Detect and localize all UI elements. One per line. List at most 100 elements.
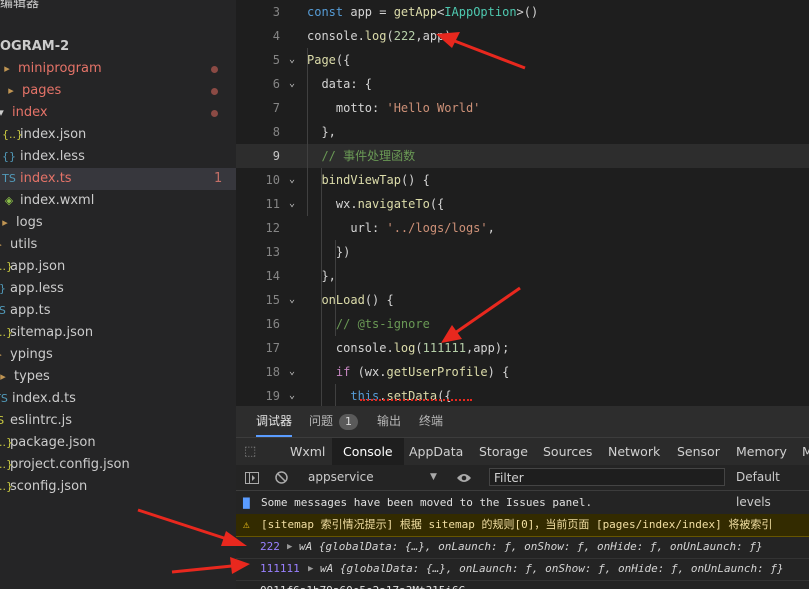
sidebar-item-eslintrc-js[interactable]: JS eslintrc.js xyxy=(0,410,236,432)
sidebar-item-utils[interactable]: ▸ utils xyxy=(0,234,236,256)
console-message[interactable]: ▇ Some messages have been moved to the Is… xyxy=(236,492,809,515)
tab-issues[interactable]: 问题 1 xyxy=(309,406,359,437)
clear-console-icon[interactable] xyxy=(275,465,288,490)
console-message[interactable]: 222 ▶ wA {globalData: {…}, onLaunch: ƒ, on… xyxy=(236,536,809,559)
sidebar-item-app-json[interactable]: {..}app.json xyxy=(0,256,236,278)
message-text: [sitemap 索引情况提示] 根据 sitemap 的规则[0]，当前页面 … xyxy=(261,518,773,531)
tab-debugger-label: 调试器 xyxy=(256,414,293,428)
tab-console[interactable]: Console xyxy=(332,438,404,465)
sidebar-item-app-less[interactable]: {} app.less xyxy=(0,278,236,300)
code-line[interactable]: 7 motto: 'Hello World' xyxy=(236,96,809,120)
code-line[interactable]: 8 }, xyxy=(236,120,809,144)
sidebar-item-label: package.json xyxy=(10,435,96,450)
log-levels-dropdown[interactable]: Default levels xyxy=(736,465,809,509)
tab-more[interactable]: M xyxy=(802,438,809,465)
sidebar-toggle-icon[interactable] xyxy=(245,465,259,490)
chevron-down-icon: ▾ xyxy=(0,106,4,119)
fold-chevron-icon[interactable]: ⌄ xyxy=(289,192,295,216)
code-line[interactable]: 5 ⌄ Page({ xyxy=(236,48,809,72)
sidebar-item-label: index xyxy=(12,105,48,120)
code-line[interactable]: 9 // 事件处理函数 xyxy=(236,144,809,168)
sidebar-item-app-ts[interactable]: TS app.ts xyxy=(0,300,236,322)
fold-chevron-icon[interactable]: ⌄ xyxy=(289,288,295,312)
context-select-value: appservice xyxy=(308,470,374,484)
code-text: const app = getApp<IAppOption>() xyxy=(307,5,539,19)
code-text: console.log(111111,app); xyxy=(307,341,510,355)
error-squiggle xyxy=(360,396,472,401)
sidebar-item-index[interactable]: ▾ index xyxy=(0,102,236,124)
code-text: }) xyxy=(307,245,351,259)
line-number: 16 xyxy=(265,317,280,331)
indent-guide xyxy=(307,48,308,216)
console-message[interactable]: ⚠ [sitemap 索引情况提示] 根据 sitemap 的规则[0]，当前页面… xyxy=(236,514,809,537)
line-number: 19 xyxy=(265,389,280,403)
code-line[interactable]: 3 const app = getApp<IAppOption>() xyxy=(236,0,809,24)
expand-triangle-icon[interactable]: ▶ xyxy=(308,558,313,580)
ts-icon: TS xyxy=(0,304,6,317)
expand-triangle-icon[interactable]: ▶ xyxy=(287,536,292,558)
sidebar-item-pages[interactable]: ▸ pages xyxy=(0,80,236,102)
sidebar-item-index-less[interactable]: {} index.less xyxy=(0,146,236,168)
log-object: wA {globalData: {…}, onLaunch: ƒ, onShow… xyxy=(320,562,784,575)
fold-chevron-icon[interactable]: ⌄ xyxy=(289,360,295,384)
sidebar-item-project-config-json[interactable]: {..}project.config.json xyxy=(0,454,236,476)
sidebar-item-label: app.json xyxy=(10,259,66,274)
tab-output[interactable]: 输出 xyxy=(377,406,401,437)
code-line[interactable]: 6 ⌄ data: { xyxy=(236,72,809,96)
sidebar-item-types[interactable]: ▸ types xyxy=(0,366,236,388)
sidebar-item-index-json[interactable]: {..}index.json xyxy=(0,124,236,146)
sidebar-item-index-ts[interactable]: TS index.ts 1 xyxy=(0,168,236,190)
sidebar-item-label: logs xyxy=(16,215,43,230)
fold-chevron-icon[interactable]: ⌄ xyxy=(289,384,295,406)
folder-icon: ▸ xyxy=(0,234,6,256)
console-message[interactable]: 0911f6a1b79a60e5e2a17a3Mt315i6G xyxy=(236,580,809,589)
wxml-icon: ◈ xyxy=(4,194,14,207)
ts-icon: TS xyxy=(0,392,8,405)
tab-sources[interactable]: Sources xyxy=(543,438,592,465)
sidebar-item-package-json[interactable]: {..}package.json xyxy=(0,432,236,454)
sidebar-item-label: sconfig.json xyxy=(10,479,88,494)
sidebar-item-label: index.d.ts xyxy=(12,391,76,406)
line-number: 7 xyxy=(272,101,280,115)
sidebar-item-label: index.wxml xyxy=(20,193,95,208)
line-number: 6 xyxy=(272,77,280,91)
code-text: console.log(222,app) xyxy=(307,29,452,43)
tab-storage[interactable]: Storage xyxy=(479,438,528,465)
tab-memory[interactable]: Memory xyxy=(736,438,787,465)
message-text: Some messages have been moved to the Iss… xyxy=(261,496,593,509)
console-message[interactable]: 111111 ▶ wA {globalData: {…}, onLaunch: ƒ,… xyxy=(236,558,809,581)
sidebar-item-miniprogram[interactable]: ▸ miniprogram xyxy=(0,58,236,80)
console-filter-input[interactable]: Filter xyxy=(489,468,725,486)
inspect-element-icon[interactable]: ⬚ xyxy=(244,438,256,465)
sidebar-item-index-d-ts[interactable]: TS index.d.ts xyxy=(0,388,236,410)
sidebar-item-ypings[interactable]: ▸ ypings xyxy=(0,344,236,366)
fold-chevron-icon[interactable]: ⌄ xyxy=(289,168,295,192)
tab-debugger[interactable]: 调试器 xyxy=(256,406,293,437)
fold-chevron-icon[interactable]: ⌄ xyxy=(289,48,295,72)
code-text: onLoad() { xyxy=(321,293,394,307)
line-number: 8 xyxy=(272,125,280,139)
sidebar-item-label: eslintrc.js xyxy=(10,413,73,428)
tab-terminal[interactable]: 终端 xyxy=(419,406,443,437)
tab-network[interactable]: Network xyxy=(608,438,660,465)
sidebar-item-logs[interactable]: ▸ logs xyxy=(0,212,236,234)
sidebar-item-label: index.json xyxy=(20,127,87,142)
fold-chevron-icon[interactable]: ⌄ xyxy=(289,72,295,96)
log-number: 111111 xyxy=(260,562,300,575)
line-number: 4 xyxy=(272,29,280,43)
sidebar-item-index-wxml[interactable]: ◈ index.wxml xyxy=(0,190,236,212)
explorer-section-title[interactable]: 编辑器 xyxy=(0,0,236,15)
tab-sensor[interactable]: Sensor xyxy=(677,438,720,465)
project-root[interactable]: OGRAM-2 xyxy=(0,36,236,58)
project-name: OGRAM-2 xyxy=(0,39,70,54)
tab-wxml[interactable]: Wxml xyxy=(290,438,325,465)
eye-icon[interactable] xyxy=(456,465,472,490)
tab-appdata[interactable]: AppData xyxy=(409,438,463,465)
context-select[interactable]: appservice ▼ xyxy=(308,465,440,490)
sidebar-item-sitemap-json[interactable]: {..}sitemap.json xyxy=(0,322,236,344)
code-editor[interactable]: 3 const app = getApp<IAppOption>() 4 consol… xyxy=(236,0,809,406)
code-line[interactable]: 4 console.log(222,app) xyxy=(236,24,809,48)
line-number: 11 xyxy=(265,197,280,211)
sidebar-item-sconfig-json[interactable]: {..}sconfig.json xyxy=(0,476,236,498)
code-text: wx.navigateTo({ xyxy=(307,197,445,211)
